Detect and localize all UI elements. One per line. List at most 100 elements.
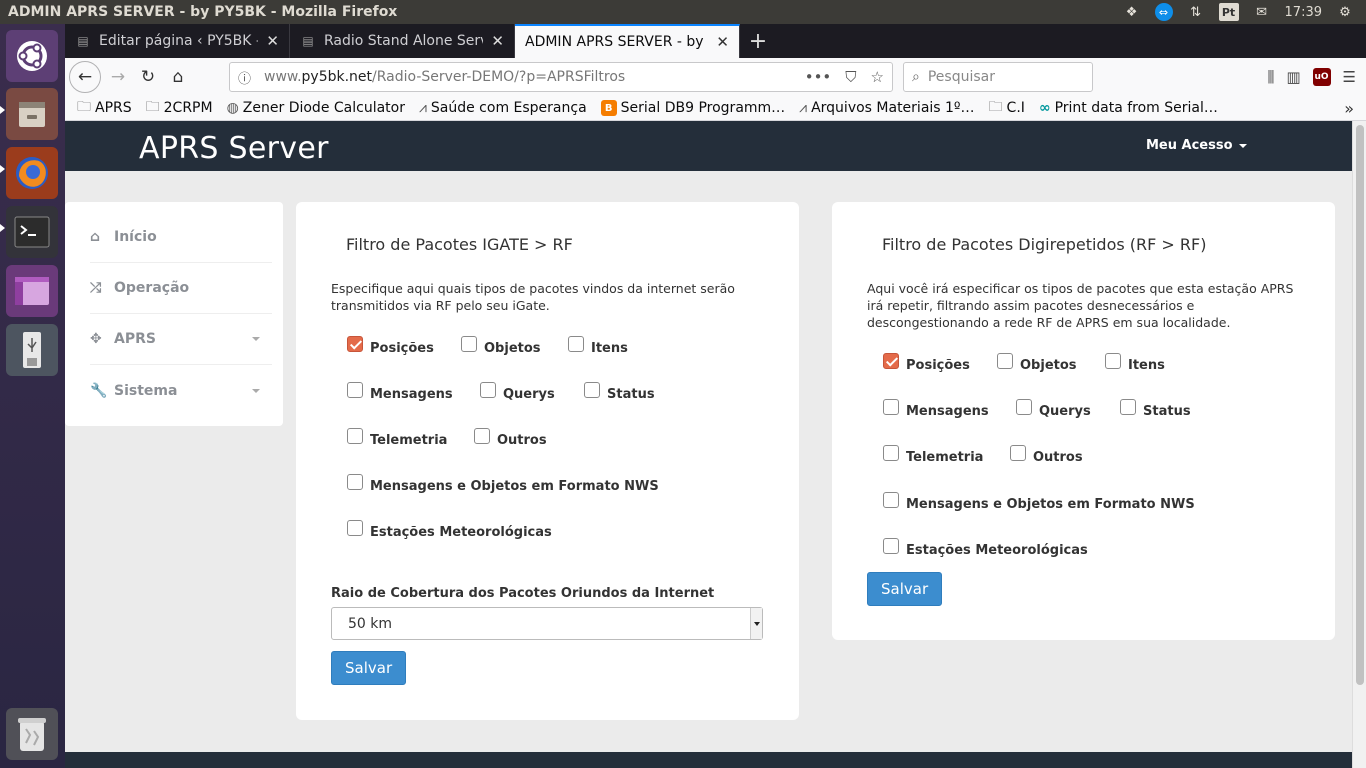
checkbox-status[interactable]: Status — [584, 382, 655, 402]
checkbox-box[interactable] — [1120, 399, 1136, 415]
page-scrollbar[interactable] — [1352, 121, 1366, 768]
checkbox-box[interactable] — [1010, 445, 1026, 461]
account-menu[interactable]: Meu Acesso — [1146, 138, 1247, 153]
sidebar-toggle-icon[interactable]: ▥ — [1286, 68, 1300, 86]
files-icon[interactable] — [6, 88, 58, 140]
checkbox-box[interactable] — [883, 399, 899, 415]
keyboard-layout-icon[interactable]: Pt — [1218, 3, 1239, 21]
checkbox-box[interactable] — [347, 382, 363, 398]
tab[interactable]: ▤ Editar página ‹ PY5BK — ✕ — [65, 24, 290, 58]
dropbox-icon[interactable]: ❖ — [1123, 3, 1141, 21]
sidebar-item-operacao[interactable]: ⤮ Operação — [90, 263, 272, 314]
bookmark-item[interactable]: ⩘ Saúde com Esperança — [419, 100, 587, 116]
checkbox-objetos[interactable]: Objetos — [997, 353, 1077, 373]
page-content: APRS Server Meu Acesso ⌂ Início ⤮ Operaç… — [65, 121, 1352, 768]
terminal-icon[interactable] — [6, 206, 58, 258]
clock[interactable]: 17:39 — [1285, 5, 1322, 20]
checkbox-box[interactable] — [461, 336, 477, 352]
checkbox-box[interactable] — [883, 445, 899, 461]
checkbox-box[interactable] — [883, 538, 899, 554]
bookmark-item[interactable]: 🗀 C.I — [989, 96, 1025, 120]
checkbox-box[interactable] — [568, 336, 584, 352]
bookmark-item[interactable]: ⩘ Arquivos Materiais 1º… — [799, 100, 974, 116]
checkbox-status[interactable]: Status — [1120, 399, 1191, 419]
library-icon[interactable]: ⫼ — [1267, 68, 1274, 86]
checkbox-box[interactable] — [347, 336, 363, 352]
url-bar[interactable]: ⓘ www. py5bk.net/Radio-Server-DEMO/?p=APR… — [229, 62, 893, 92]
checkbox-box[interactable] — [997, 353, 1013, 369]
checkbox-telemetria[interactable]: Telemetria — [883, 445, 983, 465]
ubuntu-dash-icon[interactable] — [6, 30, 58, 82]
back-arrow-icon[interactable]: ← — [69, 61, 101, 93]
brand-title[interactable]: APRS Server — [139, 131, 329, 166]
reload-icon[interactable]: ↻ — [133, 62, 163, 92]
checkbox-box[interactable] — [883, 492, 899, 508]
new-tab-button[interactable]: + — [740, 24, 776, 58]
checkbox-box[interactable] — [474, 428, 490, 444]
caret-down-icon — [1238, 143, 1247, 148]
radius-select[interactable]: 50 km — [331, 607, 763, 640]
page-actions-icon[interactable]: ••• — [805, 68, 832, 86]
checkbox-mensagens[interactable]: Mensagens — [347, 382, 453, 402]
checkbox-box[interactable] — [1105, 353, 1121, 369]
bookmark-item[interactable]: ◍ Zener Diode Calculator — [227, 100, 405, 116]
checkbox-box[interactable] — [347, 520, 363, 536]
home-icon[interactable]: ⌂ — [163, 62, 193, 92]
checkbox-outros[interactable]: Outros — [474, 428, 547, 448]
scrollbar-thumb[interactable] — [1356, 125, 1364, 685]
checkbox-querys[interactable]: Querys — [1016, 399, 1091, 419]
digi-save-button[interactable]: Salvar — [867, 572, 943, 606]
menu-icon[interactable]: ☰ — [1343, 68, 1356, 86]
usb-drive-icon[interactable] — [6, 324, 58, 376]
checkbox-nws[interactable]: Mensagens e Objetos em Formato NWS — [883, 492, 1195, 512]
bookmark-item[interactable]: 🗀 APRS — [77, 96, 132, 120]
checkbox-box[interactable] — [1016, 399, 1032, 415]
checkbox-objetos[interactable]: Objetos — [461, 336, 541, 356]
bookmark-item[interactable]: ∞ Print data from Serial… — [1039, 100, 1218, 116]
app-icon[interactable] — [6, 265, 58, 317]
bookmark-star-icon[interactable]: ☆ — [871, 68, 884, 86]
close-tab-icon[interactable]: ✕ — [266, 32, 279, 50]
network-icon[interactable]: ⇅ — [1187, 3, 1205, 21]
forward-arrow-icon[interactable]: → — [103, 62, 133, 92]
mail-icon[interactable]: ✉ — [1253, 3, 1271, 21]
bookmark-item[interactable]: 🗀 2CRPM — [146, 96, 213, 120]
sidebar-item-inicio[interactable]: ⌂ Início — [90, 212, 272, 263]
checkbox-box[interactable] — [347, 428, 363, 444]
firefox-icon[interactable] — [6, 147, 58, 199]
bookmark-item[interactable]: B Serial DB9 Programm… — [600, 100, 785, 116]
checkbox-box[interactable] — [347, 474, 363, 490]
checkbox-box[interactable] — [584, 382, 600, 398]
checkbox-meteorologicas[interactable]: Estações Meteorológicas — [347, 520, 552, 540]
checkbox-querys[interactable]: Querys — [480, 382, 555, 402]
running-indicator — [0, 224, 5, 232]
search-input[interactable]: ⌕ Pesquisar — [903, 62, 1093, 92]
checkbox-outros[interactable]: Outros — [1010, 445, 1083, 465]
teamviewer-icon[interactable]: ⇔ — [1154, 3, 1173, 21]
info-icon[interactable]: ⓘ — [238, 68, 256, 87]
checkbox-box[interactable] — [883, 353, 899, 369]
checkbox-itens[interactable]: Itens — [568, 336, 628, 356]
tab-active[interactable]: ADMIN APRS SERVER - by PY ✕ — [515, 24, 740, 58]
sidebar-item-aprs[interactable]: ✥ APRS — [90, 314, 272, 365]
igate-save-button[interactable]: Salvar — [331, 651, 407, 685]
wrench-icon: 🔧 — [90, 382, 108, 399]
trash-icon[interactable] — [6, 708, 58, 760]
checkbox-meteorologicas[interactable]: Estações Meteorológicas — [883, 538, 1088, 558]
ublock-icon[interactable]: uO — [1312, 68, 1331, 86]
pocket-icon[interactable]: ⛉ — [845, 68, 856, 86]
checkbox-telemetria[interactable]: Telemetria — [347, 428, 447, 448]
checkbox-nws[interactable]: Mensagens e Objetos em Formato NWS — [347, 474, 659, 494]
more-bookmarks-icon[interactable]: » — [1344, 99, 1366, 118]
checkbox-box[interactable] — [480, 382, 496, 398]
checkbox-mensagens[interactable]: Mensagens — [883, 399, 989, 419]
blogger-icon: B — [600, 100, 617, 116]
close-tab-icon[interactable]: ✕ — [716, 33, 729, 51]
tab[interactable]: ▤ Radio Stand Alone Serve ✕ — [290, 24, 515, 58]
checkbox-posicoes[interactable]: Posições — [347, 336, 434, 356]
sidebar-item-sistema[interactable]: 🔧 Sistema — [90, 365, 272, 416]
power-gear-icon[interactable]: ⚙ — [1336, 3, 1354, 21]
close-tab-icon[interactable]: ✕ — [491, 32, 504, 50]
checkbox-itens[interactable]: Itens — [1105, 353, 1165, 373]
checkbox-posicoes[interactable]: Posições — [883, 353, 970, 373]
